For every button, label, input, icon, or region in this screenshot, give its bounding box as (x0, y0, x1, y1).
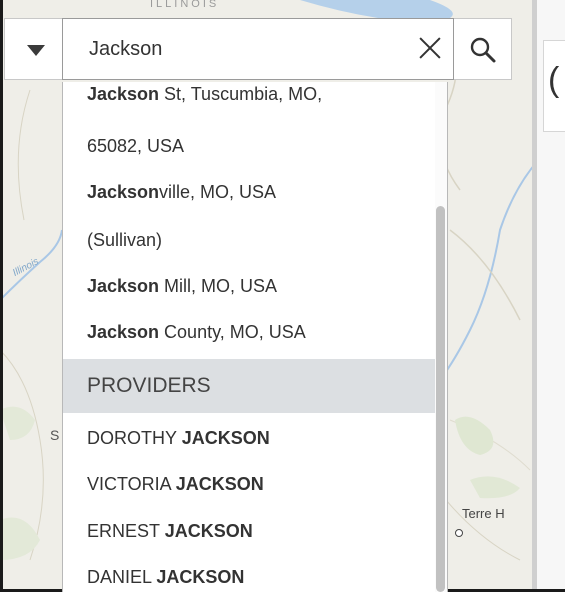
suggestion-location-1[interactable]: Jackson St, Tuscumbia, MO, (63, 84, 435, 105)
suggestion-provider-1[interactable]: DOROTHY JACKSON (63, 428, 435, 449)
side-panel-card[interactable]: ( (543, 40, 565, 132)
magnifier-icon (470, 37, 496, 63)
suggestion-group-header: PROVIDERS (63, 359, 435, 413)
suggestion-provider-2[interactable]: VICTORIA JACKSON (63, 474, 435, 495)
map-city-label-partial: S (50, 427, 60, 443)
search-button[interactable] (454, 18, 512, 80)
search-suggestions-menu: Jackson St, Tuscumbia, MO, 65082, USA Ja… (62, 82, 448, 592)
suggestion-location-2[interactable]: Jacksonville, MO, USA (63, 182, 435, 203)
suggestion-location-2-line2[interactable]: (Sullivan) (63, 230, 435, 251)
map-city-label: Terre H (462, 506, 505, 521)
side-card-glyph: ( (548, 61, 560, 99)
suggestion-provider-4[interactable]: DANIEL JACKSON (63, 567, 435, 588)
suggestion-provider-3[interactable]: ERNEST JACKSON (63, 521, 435, 542)
map-state-label: ILLINOIS (150, 0, 220, 10)
frame-border-left (0, 0, 3, 592)
search-widget (4, 18, 512, 82)
search-input[interactable] (63, 19, 403, 79)
close-icon[interactable] (415, 33, 445, 63)
caret-down-icon (27, 45, 45, 56)
suggestion-location-1-line2[interactable]: 65082, USA (63, 136, 435, 157)
suggestions-scrollbar-thumb[interactable] (436, 206, 445, 592)
suggestion-location-3[interactable]: Jackson Mill, MO, USA (63, 276, 435, 297)
city-marker-icon (455, 529, 463, 537)
suggestion-location-4[interactable]: Jackson County, MO, USA (63, 322, 435, 343)
search-input-container (62, 18, 454, 80)
search-source-dropdown-button[interactable] (4, 18, 62, 80)
